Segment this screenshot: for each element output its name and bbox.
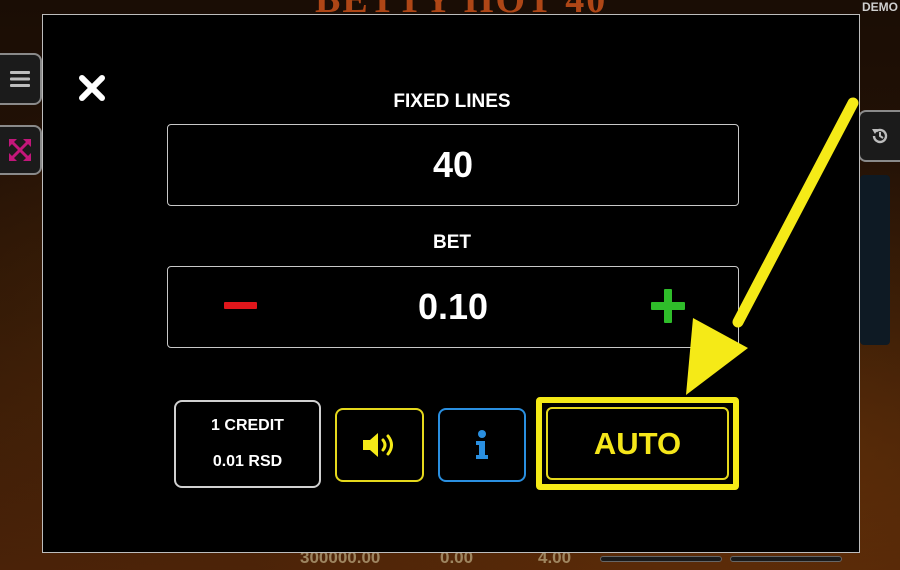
game-screen: BETTY HOT 40 DEMO 300000.00 0.00 4.00 FI… (0, 0, 900, 570)
fixed-lines-display: 40 (167, 124, 739, 206)
bet-stepper: 0.10 (167, 266, 739, 348)
history-icon (872, 128, 888, 144)
bet-value: 0.10 (417, 286, 489, 327)
sound-toggle-button[interactable] (335, 408, 424, 482)
fullscreen-button[interactable] (0, 125, 42, 175)
demo-badge: DEMO (862, 0, 898, 14)
info-icon (476, 430, 488, 459)
bottom-bar (600, 556, 722, 562)
credit-amount: 1 CREDIT (211, 417, 284, 434)
increase-bet-button[interactable] (651, 289, 685, 323)
bet-label: BET (433, 232, 471, 253)
credit-currency-value: 0.01 RSD (212, 453, 283, 470)
expand-icon (9, 139, 31, 161)
bet-settings-dialog: FIXED LINES 40 BET 0.10 1 CREDIT 0.01 RS… (42, 14, 860, 553)
fixed-lines-value: 40 (432, 144, 474, 185)
side-panel (860, 175, 890, 345)
bottom-bar (730, 556, 842, 562)
history-button[interactable] (858, 110, 900, 162)
speaker-icon (362, 433, 393, 457)
menu-icon (10, 71, 30, 87)
menu-button[interactable] (0, 53, 42, 105)
auto-play-button[interactable]: AUTO (546, 407, 729, 480)
credit-value-box: 1 CREDIT 0.01 RSD (174, 400, 321, 488)
decrease-bet-button[interactable] (224, 302, 257, 309)
fixed-lines-label: FIXED LINES (393, 91, 511, 112)
info-button[interactable] (438, 408, 526, 482)
